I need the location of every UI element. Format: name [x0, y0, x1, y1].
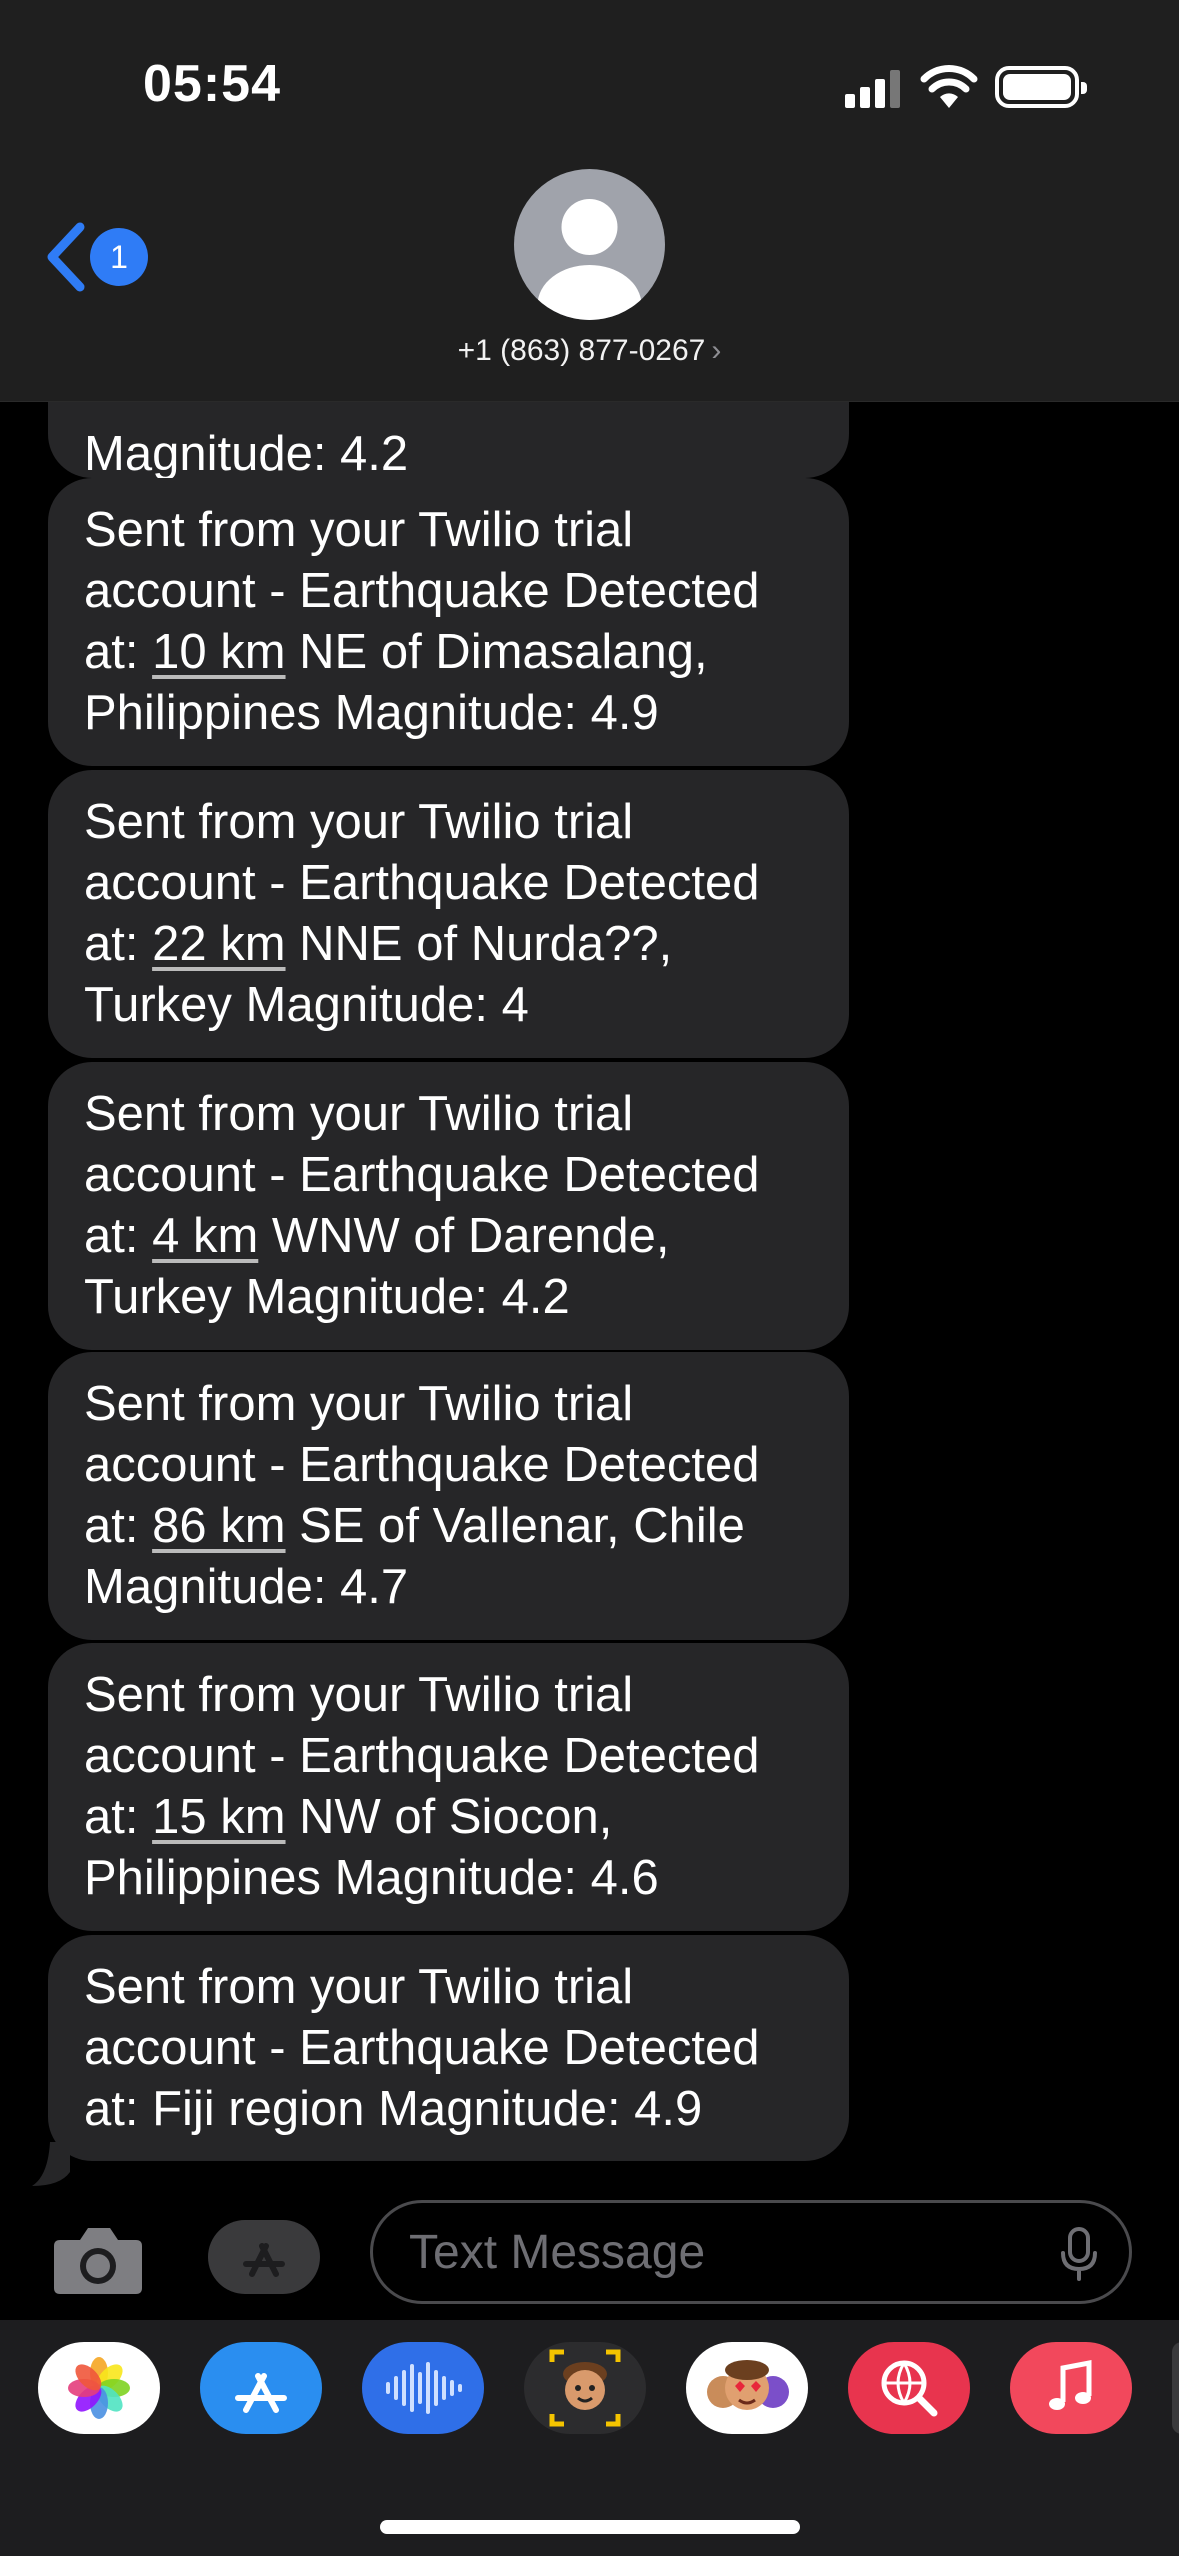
- message-text: Sent from your Twilio trial account - Ea…: [84, 1960, 760, 2136]
- apps-button[interactable]: [208, 2220, 320, 2294]
- conversation-header: 05:54 1 +1 (863) 877-0267 ›: [0, 0, 1179, 402]
- microphone-icon[interactable]: [1059, 2227, 1099, 2281]
- unread-count-badge: 1: [90, 228, 148, 286]
- more-apps-peek[interactable]: [1172, 2342, 1179, 2434]
- music-app-icon[interactable]: [1010, 2342, 1132, 2434]
- photos-app-icon[interactable]: [38, 2342, 160, 2434]
- contact-name[interactable]: +1 (863) 877-0267 ›: [0, 334, 1179, 368]
- photos-flower-icon: [68, 2357, 130, 2419]
- memoji-face-icon: [549, 2349, 621, 2427]
- message-bubble[interactable]: Sent from your Twilio trial account - Ea…: [48, 1062, 849, 1350]
- bubble-tail: [32, 2142, 70, 2186]
- distance-link[interactable]: 10 km: [152, 625, 285, 679]
- message-bubble[interactable]: Sent from your Twilio trial account - Ea…: [48, 770, 849, 1058]
- app-store-a-icon: [235, 2373, 287, 2413]
- camera-button[interactable]: [52, 2224, 144, 2296]
- text-message-field[interactable]: [370, 2200, 1132, 2304]
- memoji-stickers-app-icon[interactable]: [686, 2342, 808, 2434]
- text-message-input[interactable]: [409, 2203, 1049, 2301]
- distance-link[interactable]: 15 km: [152, 1790, 285, 1844]
- app-store-app-icon[interactable]: [200, 2342, 322, 2434]
- wifi-icon: [920, 65, 978, 108]
- music-note-icon: [1049, 2359, 1092, 2410]
- contact-avatar[interactable]: [514, 169, 665, 320]
- audio-messages-app-icon[interactable]: [362, 2342, 484, 2434]
- message-composer: [0, 2196, 1179, 2322]
- status-time: 05:54: [143, 55, 281, 113]
- cellular-signal-icon: [845, 70, 901, 108]
- message-bubble[interactable]: Magnitude: 4.2: [48, 402, 849, 481]
- distance-link[interactable]: 22 km: [152, 917, 285, 971]
- message-bubble[interactable]: Sent from your Twilio trial account - Ea…: [48, 1935, 849, 2161]
- imessage-app-drawer: [0, 2320, 1179, 2556]
- message-text: Magnitude: 4.2: [84, 427, 409, 481]
- home-indicator[interactable]: [380, 2520, 800, 2534]
- chevron-left-icon: [47, 222, 85, 292]
- chevron-right-icon: ›: [711, 334, 722, 367]
- app-store-icon: [243, 2243, 285, 2277]
- distance-link[interactable]: 86 km: [152, 1499, 285, 1553]
- memoji-stickers-icon: [707, 2360, 789, 2410]
- battery-icon: [995, 66, 1087, 108]
- distance-link[interactable]: 4 km: [152, 1209, 258, 1263]
- globe-search-icon: [881, 2360, 938, 2417]
- memoji-app-icon[interactable]: [524, 2342, 646, 2434]
- search-images-app-icon[interactable]: [848, 2342, 970, 2434]
- back-button[interactable]: 1: [44, 220, 154, 294]
- message-bubble[interactable]: Sent from your Twilio trial account - Ea…: [48, 478, 849, 766]
- waveform-icon: [386, 2362, 462, 2414]
- person-icon: [537, 199, 642, 320]
- message-bubble[interactable]: Sent from your Twilio trial account - Ea…: [48, 1352, 849, 1640]
- message-bubble[interactable]: Sent from your Twilio trial account - Ea…: [48, 1643, 849, 1931]
- message-thread[interactable]: Magnitude: 4.2 Sent from your Twilio tri…: [0, 402, 1179, 2202]
- contact-number: +1 (863) 877-0267: [457, 334, 706, 367]
